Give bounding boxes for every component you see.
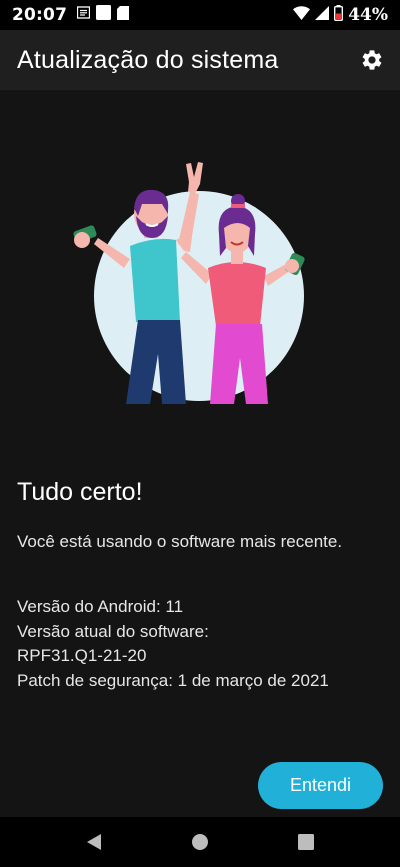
home-button[interactable] [188,830,212,854]
android-version: Versão do Android: 11 [17,597,184,616]
status-heading: Tudo certo! [17,478,143,506]
celebration-illustration [73,162,305,404]
navigation-bar [0,817,400,867]
software-version-value: RPF31.Q1-21-20 [17,646,147,665]
status-description: Você está usando o software mais recente… [17,532,343,551]
signal-icon [315,5,330,25]
page-title: Atualização do sistema [17,45,279,74]
back-icon [87,834,101,850]
home-icon [192,834,208,850]
wifi-icon [293,5,311,25]
gear-icon [362,50,382,70]
notification-icon [76,6,91,24]
recents-icon [298,834,314,850]
version-info: Versão do Android: 11 Versão atual do so… [17,595,387,693]
security-patch: Patch de segurança: 1 de março de 2021 [17,670,329,690]
recents-button[interactable] [294,830,318,854]
back-button[interactable] [82,830,106,854]
sd-card-icon [117,5,130,25]
software-version-label: Versão atual do software: [17,621,209,641]
settings-button[interactable] [358,46,386,74]
square-icon [96,5,112,25]
battery-icon [334,4,344,26]
content-area: Tudo certo! Você está usando o software … [0,90,400,817]
status-bar: 20:07 44% [0,0,400,30]
ok-button[interactable]: Entendi [258,762,383,809]
app-bar: Atualização do sistema [0,30,400,90]
status-time: 20:07 [12,5,68,25]
battery-percentage: 44% [348,5,388,25]
